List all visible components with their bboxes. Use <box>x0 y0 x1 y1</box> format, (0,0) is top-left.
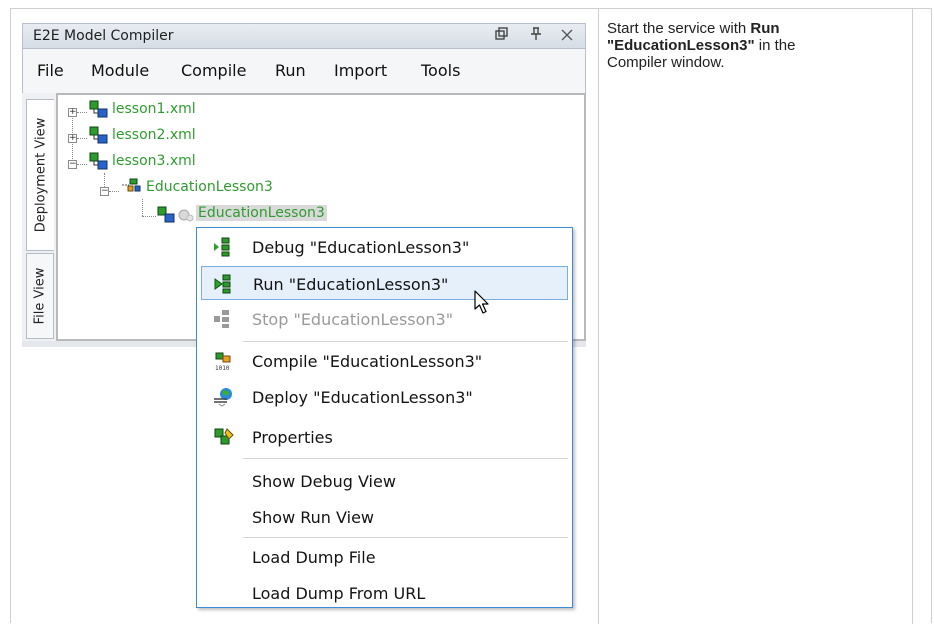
restore-icon[interactable] <box>495 26 509 46</box>
side-tabs: Deployment View File View <box>22 93 56 341</box>
tree-connector <box>142 216 156 217</box>
tree-connector <box>142 199 143 216</box>
tree-file-lesson2[interactable]: lesson2.xml <box>112 127 196 143</box>
menu-module[interactable]: Module <box>91 61 149 80</box>
menu-item-label: Load Dump From URL <box>252 584 426 603</box>
stop-icon <box>214 310 229 328</box>
expand-toggle[interactable]: + <box>68 108 77 117</box>
menubar: File Module Compile Run Import Tools <box>22 49 586 93</box>
column-divider <box>598 8 599 624</box>
tool-window-title: E2E Model Compiler <box>33 28 174 44</box>
xml-file-icon <box>89 100 108 118</box>
module-icon <box>157 206 194 223</box>
tree-module-selected[interactable]: EducationLesson3 <box>196 205 327 221</box>
instruction-text: Start the service with Run "EducationLes… <box>607 20 847 71</box>
menu-item-run[interactable]: Run "EducationLesson3" <box>201 266 568 300</box>
tree-file-lesson1[interactable]: lesson1.xml <box>112 101 196 117</box>
menu-separator <box>243 537 568 538</box>
mouse-cursor-icon <box>474 290 489 314</box>
tree-file-lesson3[interactable]: lesson3.xml <box>112 153 196 169</box>
menu-compile[interactable]: Compile <box>181 61 246 80</box>
menu-run[interactable]: Run <box>275 61 306 80</box>
run-icon <box>214 274 231 294</box>
tree-connector <box>109 191 119 192</box>
menu-item-label: Properties <box>252 428 333 447</box>
tree-connector <box>77 164 87 165</box>
menu-item-load-dump-file[interactable]: Load Dump File <box>201 540 568 574</box>
menu-item-properties[interactable]: Properties <box>201 420 568 454</box>
xml-file-icon <box>89 152 108 170</box>
menu-file[interactable]: File <box>37 61 64 80</box>
menu-item-label: Deploy "EducationLesson3" <box>252 388 473 407</box>
menu-item-label: Show Debug View <box>252 472 396 491</box>
menu-item-label: Compile "EducationLesson3" <box>252 352 483 371</box>
collapse-toggle[interactable]: − <box>68 160 77 169</box>
menu-item-label: Stop "EducationLesson3" <box>252 310 454 329</box>
menu-import[interactable]: Import <box>334 61 387 80</box>
tab-deployment-view[interactable]: Deployment View <box>26 99 54 251</box>
tab-deployment-view-label: Deployment View <box>33 117 48 233</box>
collapse-toggle[interactable]: − <box>100 187 109 196</box>
service-icon <box>122 178 141 192</box>
menu-item-label: Load Dump File <box>252 548 376 567</box>
menu-separator <box>243 341 568 342</box>
debug-icon <box>214 237 230 257</box>
close-icon[interactable] <box>561 26 573 46</box>
tool-window-titlebar: E2E Model Compiler <box>22 23 586 49</box>
deploy-icon <box>214 388 232 407</box>
tree-connector <box>77 138 87 139</box>
menu-item-deploy[interactable]: Deploy "EducationLesson3" <box>201 380 568 414</box>
menu-item-debug[interactable]: Debug "EducationLesson3" <box>201 230 568 264</box>
column-divider-right <box>912 8 913 624</box>
compile-icon: 1010 <box>215 352 231 371</box>
menu-item-stop[interactable]: Stop "EducationLesson3" <box>201 302 568 336</box>
tab-file-view[interactable]: File View <box>26 253 54 339</box>
tree-connector <box>77 112 87 113</box>
menu-item-show-debug-view[interactable]: Show Debug View <box>201 464 568 498</box>
context-menu: Debug "EducationLesson3" Run "EducationL… <box>196 227 573 608</box>
menu-item-label: Show Run View <box>252 508 374 527</box>
svg-text:1010: 1010 <box>215 365 230 371</box>
menu-separator <box>243 458 568 459</box>
xml-file-icon <box>89 126 108 144</box>
menu-item-load-dump-from-url[interactable]: Load Dump From URL <box>201 576 568 610</box>
menu-item-compile[interactable]: 1010 Compile "EducationLesson3" <box>201 344 568 378</box>
menu-item-label: Debug "EducationLesson3" <box>252 238 470 257</box>
properties-icon <box>214 428 234 445</box>
pin-icon[interactable] <box>529 26 543 46</box>
tab-file-view-label: File View <box>32 267 48 325</box>
menu-item-label: Run "EducationLesson3" <box>253 275 449 294</box>
expand-toggle[interactable]: + <box>68 134 77 143</box>
menu-item-show-run-view[interactable]: Show Run View <box>201 500 568 534</box>
tree-service[interactable]: EducationLesson3 <box>146 179 273 195</box>
instruction-prefix: Start the service with <box>607 20 751 37</box>
menu-tools[interactable]: Tools <box>421 61 460 80</box>
